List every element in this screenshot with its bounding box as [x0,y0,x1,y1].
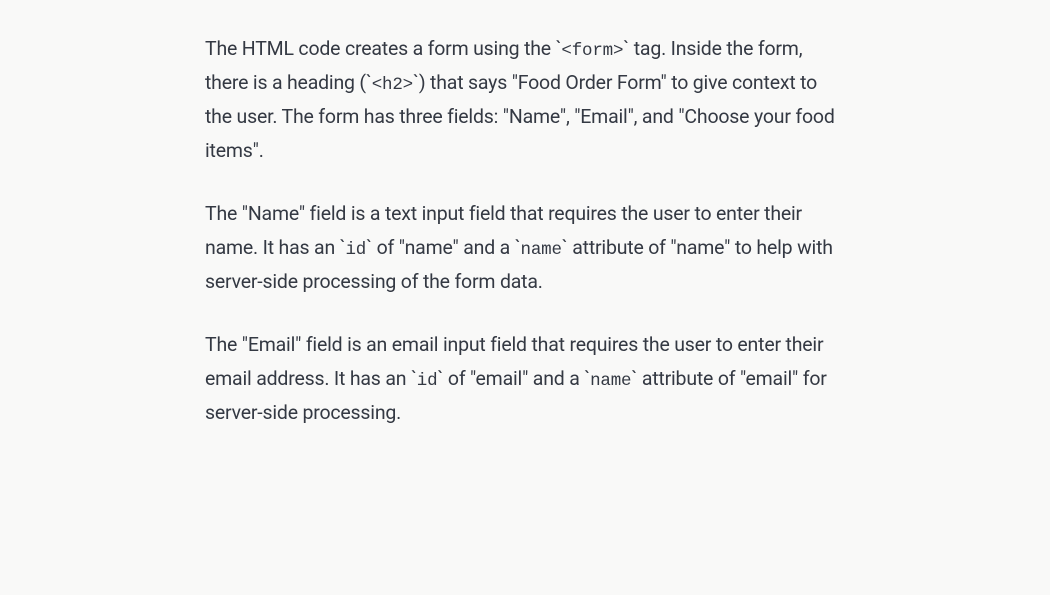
paragraph-3: The "Email" field is an email input fiel… [205,328,845,429]
text-segment: ` of "name" and a ` [366,236,520,259]
code-inline: <form> [561,41,623,61]
text-segment: The HTML code creates a form using the ` [205,37,561,60]
code-inline: name [521,240,562,260]
paragraph-2: The "Name" field is a text input field t… [205,197,845,298]
document-content: The HTML code creates a form using the `… [185,32,865,430]
code-inline: id [417,371,438,391]
text-segment: ` of "email" and a ` [437,367,590,390]
code-inline: name [590,371,631,391]
code-inline: <h2> [372,75,413,95]
paragraph-1: The HTML code creates a form using the `… [205,32,845,167]
code-inline: id [346,240,367,260]
